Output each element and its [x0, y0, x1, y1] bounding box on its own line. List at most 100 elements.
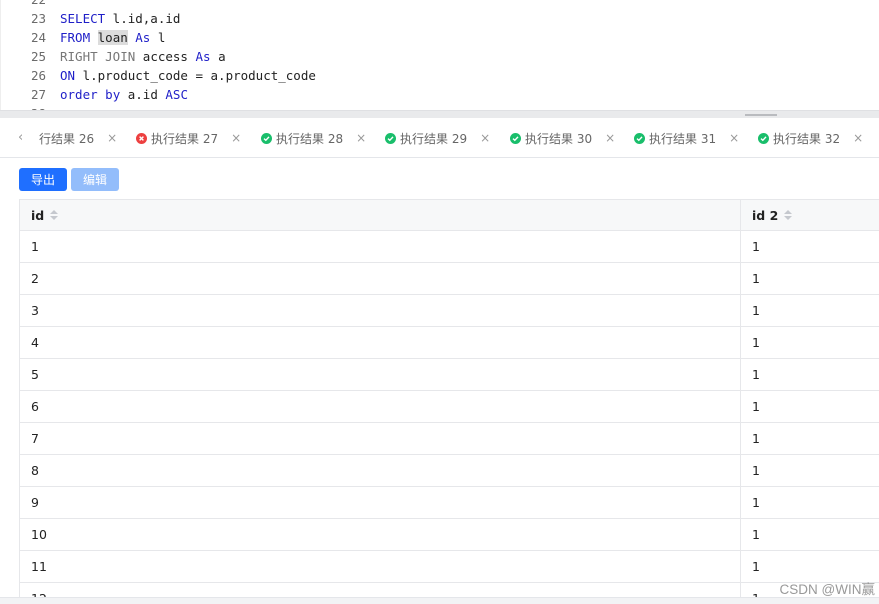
tab-result[interactable]: 执行结果 31 ×	[634, 130, 739, 146]
line-number: 27	[30, 87, 46, 102]
table-row[interactable]: 81	[20, 455, 879, 487]
column-header-id[interactable]: id	[20, 200, 741, 230]
code-token: access	[135, 49, 196, 64]
tab-result[interactable]: 执行结果 29 ×	[385, 130, 490, 146]
table-row[interactable]: 11 1	[20, 551, 879, 583]
cell-id-2[interactable]: 1	[741, 231, 879, 262]
watermark: CSDN @WIN赢	[779, 582, 875, 597]
success-check-icon	[510, 132, 521, 144]
cell-id-2[interactable]: 1	[741, 519, 879, 550]
sort-icon[interactable]	[784, 210, 793, 220]
column-header-id-2[interactable]: id 2	[741, 200, 879, 230]
tab-result[interactable]: 执行结果 27 ×	[136, 130, 241, 146]
edit-button[interactable]: 编辑	[71, 168, 119, 191]
cell-id[interactable]: 2	[20, 263, 741, 294]
close-icon[interactable]: ×	[853, 131, 863, 145]
cell-id[interactable]: 1	[20, 231, 741, 262]
code-token: RIGHT JOIN	[60, 49, 136, 64]
cell-id-2[interactable]: 1	[741, 263, 879, 294]
cell-id-2[interactable]: 1	[741, 423, 879, 454]
cell-id-2[interactable]: 1	[741, 359, 879, 390]
code-token: As	[195, 49, 211, 64]
code-token: ASC	[165, 87, 188, 102]
code-token: FROM	[60, 30, 91, 45]
tab-label: 行结果 26	[39, 131, 95, 146]
splitter-grip-icon[interactable]	[745, 114, 777, 116]
table-row[interactable]: 31	[20, 295, 879, 327]
code-token: As	[135, 30, 151, 45]
tab-label: 执行结果 27	[151, 131, 219, 146]
cell-id-2[interactable]: 1	[741, 391, 879, 422]
code-token: ON	[60, 68, 76, 83]
table-row[interactable]: 10 1	[20, 519, 879, 551]
code-text: order by a.id ASC	[60, 85, 188, 104]
export-button[interactable]: 导出	[19, 168, 67, 191]
code-token: l.id,a.id	[105, 11, 181, 26]
cell-id[interactable]: 6	[20, 391, 741, 422]
table-row[interactable]: 11	[20, 231, 879, 263]
close-icon[interactable]: ×	[480, 131, 490, 145]
tab-label: 执行结果 29	[400, 131, 468, 146]
error-x-icon	[136, 132, 147, 144]
table-row[interactable]: 61	[20, 391, 879, 423]
code-token: l.product_code = a.product_code	[75, 68, 316, 83]
tab-label: 执行结果 32	[773, 131, 841, 146]
line-number: 26	[30, 68, 46, 83]
cell-id[interactable]: 11	[20, 551, 741, 582]
tab-result[interactable]: 执行结果 28 ×	[261, 130, 366, 146]
column-header-label: id 2	[752, 207, 779, 223]
tab-label: 执行结果 30	[525, 131, 593, 146]
close-icon[interactable]: ×	[729, 131, 739, 145]
cell-id[interactable]: 9	[20, 487, 741, 518]
pane-splitter[interactable]	[0, 110, 879, 118]
success-check-icon	[758, 132, 769, 144]
cell-id-2[interactable]: 1	[741, 295, 879, 326]
tab-result[interactable]: 执行结果 32 ×	[758, 130, 863, 146]
result-tabbar: ‹ 行结果 26 × 执行结果 27 × 执行结果 28 × 执行结果 29 × 执行结果 30…	[0, 118, 879, 158]
success-check-icon	[385, 132, 396, 144]
sql-editor[interactable]: 22 23 SELECT l.id,a.id 24 FROM loan As l 25 RI…	[0, 0, 879, 110]
table-row[interactable]: 71	[20, 423, 879, 455]
close-icon[interactable]: ×	[605, 131, 615, 145]
line-number: 25	[30, 49, 46, 64]
code-token: by	[105, 87, 121, 102]
code-token: order	[60, 87, 98, 102]
code-token: a	[210, 49, 226, 64]
tab-label: 执行结果 31	[649, 131, 717, 146]
table-row[interactable]: 51	[20, 359, 879, 391]
table-row[interactable]: 41	[20, 327, 879, 359]
cell-id[interactable]: 8	[20, 455, 741, 486]
cell-id-2[interactable]: 1	[741, 487, 879, 518]
table-header-row: id id 2	[20, 200, 879, 231]
line-number: 23	[30, 11, 46, 26]
result-grid: id id 2 112131415161718191101111121	[19, 199, 879, 604]
tab-result[interactable]: 行结果 26 ×	[39, 130, 117, 146]
line-number: 22	[1, 0, 46, 9]
code-text: ON l.product_code = a.product_code	[60, 66, 316, 85]
code-text: RIGHT JOIN access As a	[60, 47, 226, 66]
chevron-left-icon[interactable]: ‹	[18, 130, 23, 145]
cell-id-2[interactable]: 1	[741, 455, 879, 486]
cell-id[interactable]: 7	[20, 423, 741, 454]
table-row[interactable]: 21	[20, 263, 879, 295]
close-icon[interactable]: ×	[107, 131, 117, 145]
table-row[interactable]: 91	[20, 487, 879, 519]
sort-icon[interactable]	[50, 210, 59, 220]
code-token: l	[150, 30, 166, 45]
code-token: a.id	[120, 87, 166, 102]
tab-label: 执行结果 28	[276, 131, 344, 146]
horizontal-scrollbar[interactable]	[0, 597, 879, 604]
cell-id[interactable]: 3	[20, 295, 741, 326]
cell-id[interactable]: 4	[20, 327, 741, 358]
column-header-label: id	[31, 207, 45, 223]
success-check-icon	[261, 132, 272, 144]
cell-id[interactable]: 5	[20, 359, 741, 390]
code-token: SELECT	[60, 11, 106, 26]
cell-id-2[interactable]: 1	[741, 327, 879, 358]
close-icon[interactable]: ×	[231, 131, 241, 145]
tab-result[interactable]: 执行结果 30 ×	[510, 130, 615, 146]
cell-id[interactable]: 10	[20, 519, 741, 550]
close-icon[interactable]: ×	[356, 131, 366, 145]
success-check-icon	[634, 132, 645, 144]
